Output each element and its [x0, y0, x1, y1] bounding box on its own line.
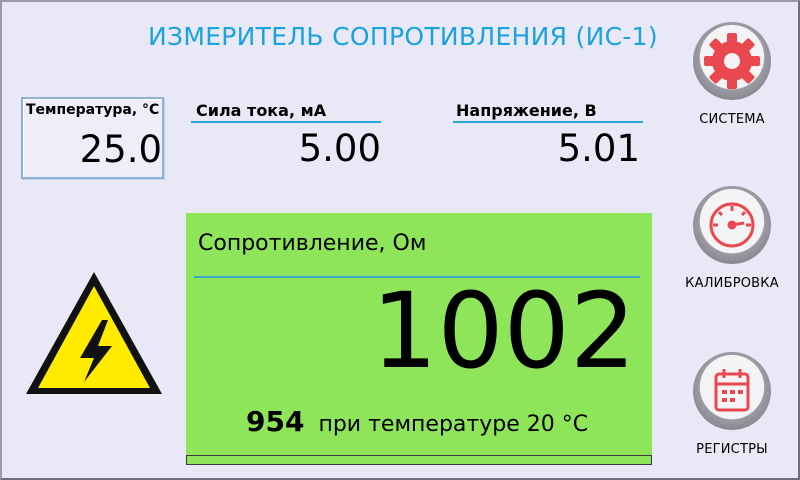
- voltage-underline: [453, 121, 643, 123]
- resistance-panel: Сопротивление, Ом 1002 954 при температур…: [186, 213, 652, 455]
- current-label: Сила тока, мА: [196, 101, 327, 120]
- temperature-field[interactable]: Температура, °C 25.0: [21, 97, 164, 179]
- registers-button-label: РЕГИСТРЫ: [696, 442, 768, 457]
- resistance-label: Сопротивление, Ом: [198, 231, 427, 256]
- temperature-label: Температура, °C: [26, 102, 160, 118]
- resistance-value: 1002: [371, 270, 636, 392]
- clipboard-icon: [714, 369, 750, 412]
- temperature-value: 25.0: [79, 128, 162, 171]
- calibration-button-label: КАЛИБРОВКА: [685, 276, 779, 291]
- voltage-label: Напряжение, В: [456, 101, 597, 120]
- corrected-resistance-label: при температуре 20 °C: [318, 412, 589, 437]
- calibration-button[interactable]: КАЛИБРОВКА: [672, 186, 792, 291]
- system-button[interactable]: СИСТЕМА: [672, 22, 792, 127]
- registers-button[interactable]: РЕГИСТРЫ: [672, 352, 792, 457]
- progress-bar: [186, 455, 652, 465]
- corrected-resistance-value: 954: [246, 405, 305, 438]
- calibration-button-circle: [693, 186, 771, 264]
- high-voltage-warning-icon: [26, 272, 162, 394]
- voltage-value: 5.01: [557, 127, 640, 170]
- current-underline: [191, 121, 381, 123]
- system-button-label: СИСТЕМА: [699, 112, 765, 127]
- registers-button-circle: [693, 352, 771, 430]
- gear-icon: [704, 33, 760, 89]
- corrected-resistance: 954 при температуре 20 °C: [246, 405, 588, 438]
- current-value: 5.00: [298, 127, 381, 170]
- page-title: ИЗМЕРИТЕЛЬ СОПРОТИВЛЕНИЯ (ИС-1): [148, 22, 658, 51]
- system-button-circle: [693, 22, 771, 100]
- gauge-icon: [709, 202, 755, 248]
